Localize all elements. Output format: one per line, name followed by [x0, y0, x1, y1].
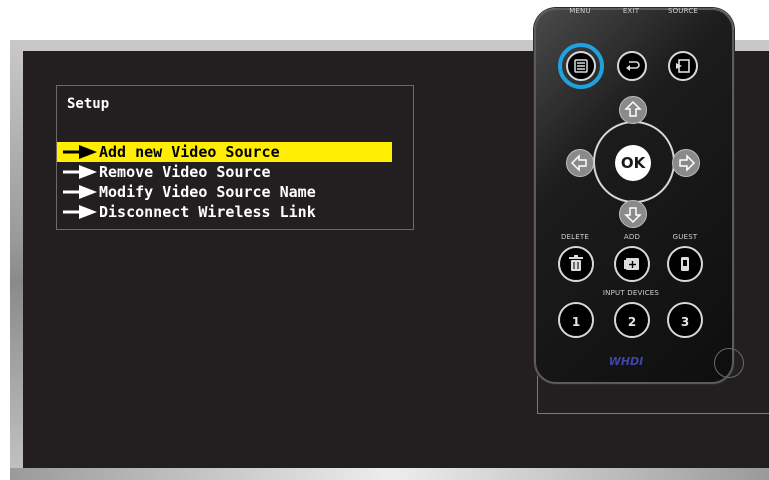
arrow-up-icon — [624, 100, 642, 117]
input-device-2-label: 2 — [627, 315, 637, 329]
remote-lanyard-hole — [714, 348, 744, 378]
menu-item-label: Disconnect Wireless Link — [99, 203, 316, 221]
menu-item-modify-video-source-name[interactable]: Modify Video Source Name — [57, 182, 392, 202]
input-source-icon — [676, 59, 690, 73]
guest-button[interactable] — [667, 246, 703, 282]
remote-shadow-edge — [538, 413, 769, 414]
ok-button[interactable]: OK — [615, 145, 651, 181]
arrow-right-icon — [57, 162, 99, 182]
setup-menu: Setup Add new Video Source Remove Video … — [56, 85, 414, 230]
guest-button-label: GUEST — [672, 233, 698, 241]
add-button[interactable] — [614, 246, 650, 282]
input-device-2-button[interactable]: 2 — [614, 302, 650, 338]
add-button-label: ADD — [623, 233, 641, 241]
menu-item-label: Modify Video Source Name — [99, 183, 316, 201]
menu-item-label: Remove Video Source — [99, 163, 271, 181]
menu-item-add-video-source[interactable]: Add new Video Source — [57, 142, 392, 162]
delete-button-label: DELETE — [560, 233, 590, 241]
arrow-right-icon — [57, 182, 99, 202]
arrow-right-icon — [679, 154, 696, 172]
arrow-down-icon — [624, 207, 642, 224]
trash-icon — [569, 255, 583, 271]
arrow-right-icon — [57, 142, 99, 162]
delete-button[interactable] — [558, 246, 594, 282]
down-button[interactable] — [619, 200, 647, 228]
input-devices-label: INPUT DEVICES — [602, 289, 660, 297]
source-button-label: SOURCE — [667, 7, 699, 15]
input-device-3-label: 3 — [680, 315, 690, 329]
right-button[interactable] — [672, 149, 700, 177]
menu-list: Add new Video Source Remove Video Source… — [57, 142, 392, 222]
source-button[interactable] — [668, 51, 698, 81]
menu-title: Setup — [67, 96, 110, 112]
guest-device-icon — [681, 257, 689, 271]
menu-item-label: Add new Video Source — [99, 143, 280, 161]
arrow-left-icon — [570, 154, 587, 172]
menu-item-disconnect-wireless-link[interactable]: Disconnect Wireless Link — [57, 202, 392, 222]
remote-control: MENU EXIT SOURCE OK DELETE ADD GUEST INP… — [534, 7, 744, 384]
input-device-3-button[interactable]: 3 — [667, 302, 703, 338]
up-button[interactable] — [619, 96, 647, 124]
back-arrow-icon — [626, 61, 640, 71]
arrow-right-icon — [57, 202, 99, 222]
add-device-icon — [624, 258, 639, 270]
tv-frame-bottom — [10, 468, 769, 480]
highlight-ring — [558, 43, 604, 89]
input-device-1-label: 1 — [571, 315, 581, 329]
brand-logo: WHDI — [608, 355, 644, 368]
exit-button[interactable] — [617, 51, 647, 81]
input-device-1-button[interactable]: 1 — [558, 302, 594, 338]
menu-item-remove-video-source[interactable]: Remove Video Source — [57, 162, 392, 182]
left-button[interactable] — [566, 149, 594, 177]
exit-button-label: EXIT — [622, 7, 640, 15]
